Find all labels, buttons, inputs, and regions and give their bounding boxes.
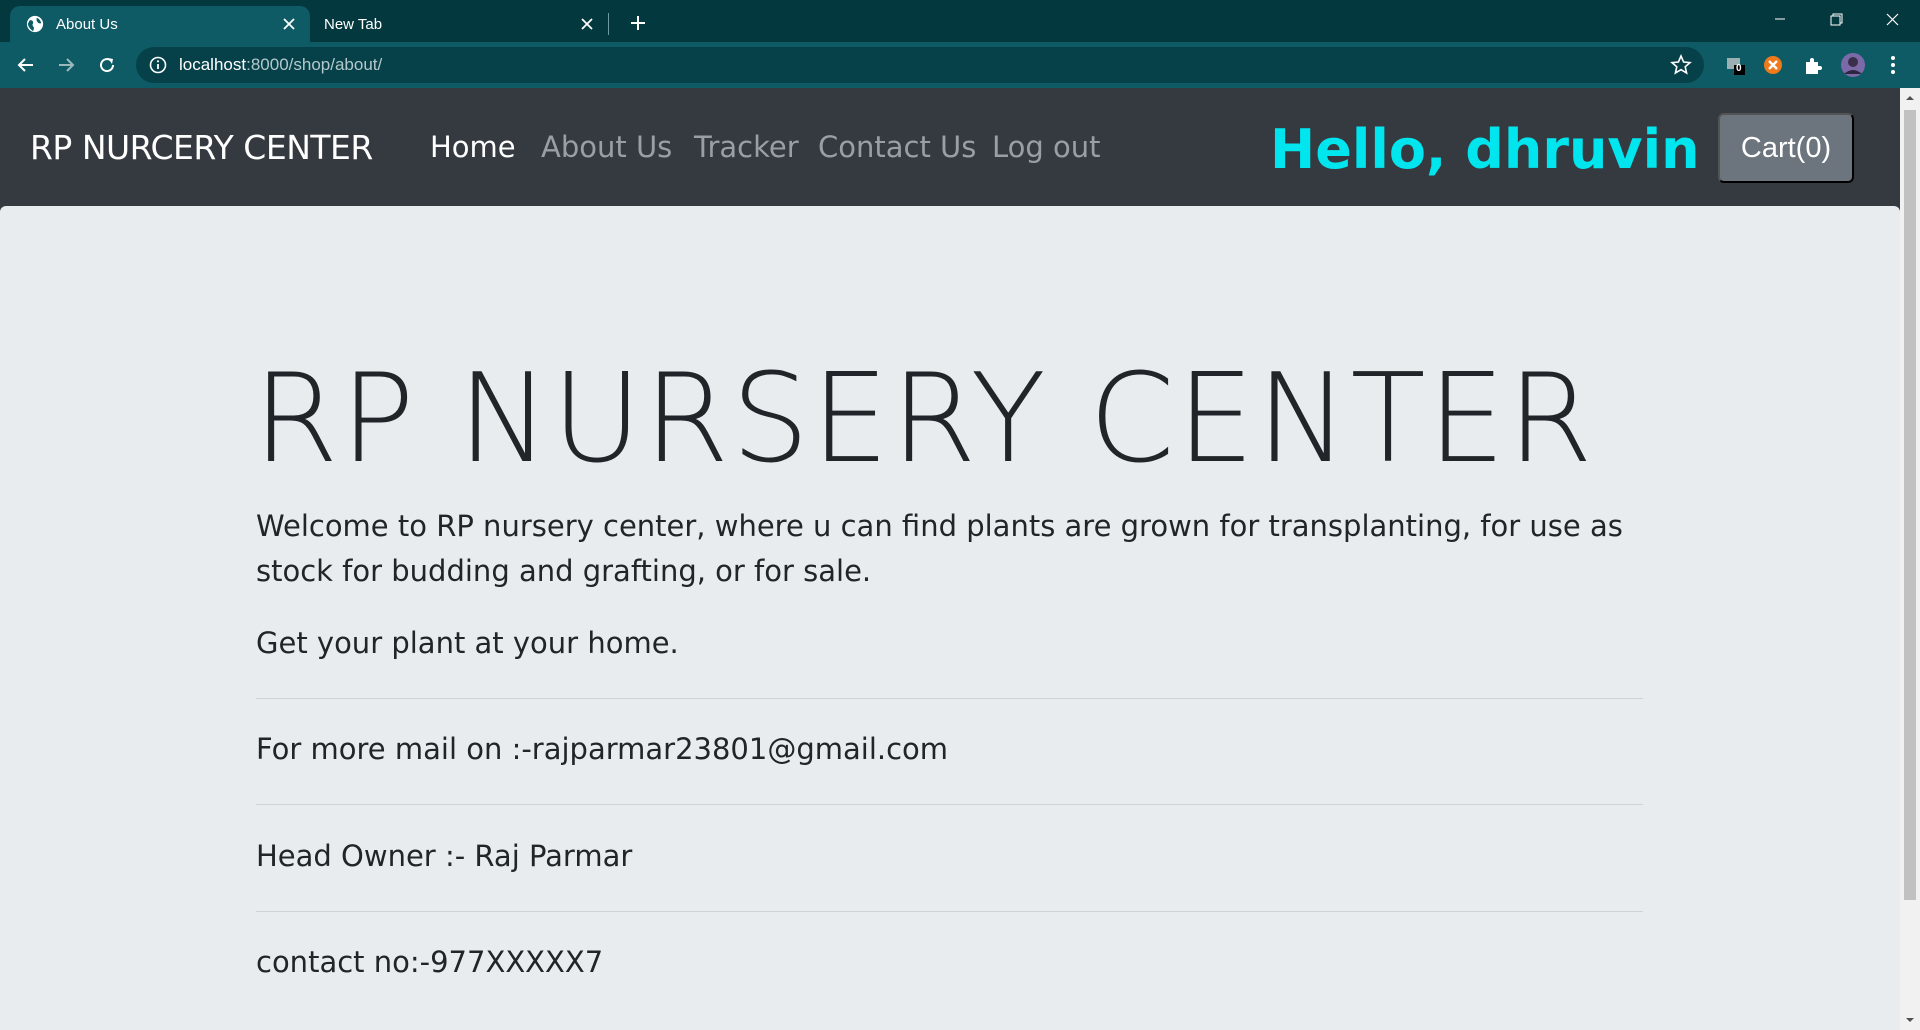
tab-title: New Tab: [324, 15, 383, 33]
divider: [256, 698, 1643, 699]
tab-title: About Us: [56, 15, 118, 33]
cart-button[interactable]: Cart(0): [1718, 113, 1854, 183]
new-tab-button[interactable]: [624, 9, 652, 37]
owner-line: Head Owner :- Raj Parmar: [256, 839, 633, 873]
page-title: RP NURSERY CENTER: [253, 348, 1595, 491]
extension-badge-count: 0: [1736, 63, 1742, 74]
puzzle-icon: [1806, 58, 1822, 74]
nav-home[interactable]: Home: [430, 130, 516, 164]
site-brand[interactable]: RP NURCERY CENTER: [30, 128, 373, 167]
restore-button[interactable]: [1808, 0, 1864, 38]
welcome-text: Welcome to RP nursery center, where u ca…: [256, 509, 1623, 588]
window-close-button[interactable]: [1864, 0, 1920, 38]
tab-new-tab[interactable]: New Tab: [310, 6, 608, 42]
avatar: [1841, 53, 1865, 77]
browser-menu-button[interactable]: [1880, 52, 1906, 78]
close-tab-icon[interactable]: [278, 13, 300, 35]
more-vertical-icon: [1891, 56, 1895, 74]
arrow-right-icon: [59, 58, 75, 72]
scroll-up-icon[interactable]: [1905, 93, 1915, 103]
url-text: localhost:8000/shop/about/: [179, 55, 383, 74]
forward-button[interactable]: [50, 49, 82, 81]
globe-icon: [26, 15, 44, 33]
address-bar[interactable]: localhost:8000/shop/about/: [136, 47, 1704, 83]
reload-icon: [100, 58, 115, 73]
user-greeting: Hello, dhruvin: [1270, 118, 1700, 181]
reload-button[interactable]: [91, 49, 123, 81]
close-tab-icon[interactable]: [576, 13, 598, 35]
minimize-button[interactable]: [1752, 0, 1808, 38]
tagline: Get your plant at your home.: [256, 626, 679, 660]
scrollbar-thumb[interactable]: [1904, 110, 1916, 900]
divider: [256, 804, 1643, 805]
page-viewport: RP NURCERY CENTER Home About Us Tracker …: [0, 88, 1920, 1030]
orange-extension-icon: [1764, 56, 1782, 74]
plus-icon: [631, 16, 645, 30]
site-navbar: RP NURCERY CENTER Home About Us Tracker …: [0, 88, 1900, 206]
nav-contact-us[interactable]: Contact Us: [818, 130, 976, 164]
bookmark-star-icon[interactable]: [1670, 54, 1692, 76]
close-icon: [1886, 13, 1898, 25]
nav-tracker[interactable]: Tracker: [694, 130, 799, 164]
nav-about-us[interactable]: About Us: [541, 130, 672, 164]
about-jumbotron: RP NURSERY CENTER Welcome to RP nursery …: [0, 206, 1900, 1030]
extension-badge-icon: [1727, 58, 1745, 75]
divider: [256, 911, 1643, 912]
minimize-icon: [1775, 18, 1785, 20]
contact-line: contact no:-977XXXXX7: [256, 945, 604, 979]
email-line: For more mail on :-rajparmar23801@gmail.…: [256, 732, 949, 766]
browser-tabstrip: About Us New Tab: [0, 0, 1920, 42]
tab-about-us[interactable]: About Us: [10, 6, 310, 42]
tab-separator: [608, 13, 609, 35]
info-icon[interactable]: [149, 56, 167, 74]
browser-toolbar: localhost:8000/shop/about/ 0: [0, 42, 1920, 88]
page-scrollbar[interactable]: [1900, 88, 1920, 1030]
extension-orange[interactable]: [1760, 52, 1786, 78]
extension-counter[interactable]: 0: [1722, 52, 1748, 78]
extensions-button[interactable]: [1800, 52, 1826, 78]
restore-icon: [1830, 13, 1842, 25]
back-button[interactable]: [10, 49, 42, 81]
arrow-left-icon: [17, 58, 33, 72]
scroll-down-icon[interactable]: [1905, 1015, 1915, 1025]
profile-button[interactable]: [1840, 52, 1866, 78]
nav-log-out[interactable]: Log out: [992, 130, 1101, 164]
